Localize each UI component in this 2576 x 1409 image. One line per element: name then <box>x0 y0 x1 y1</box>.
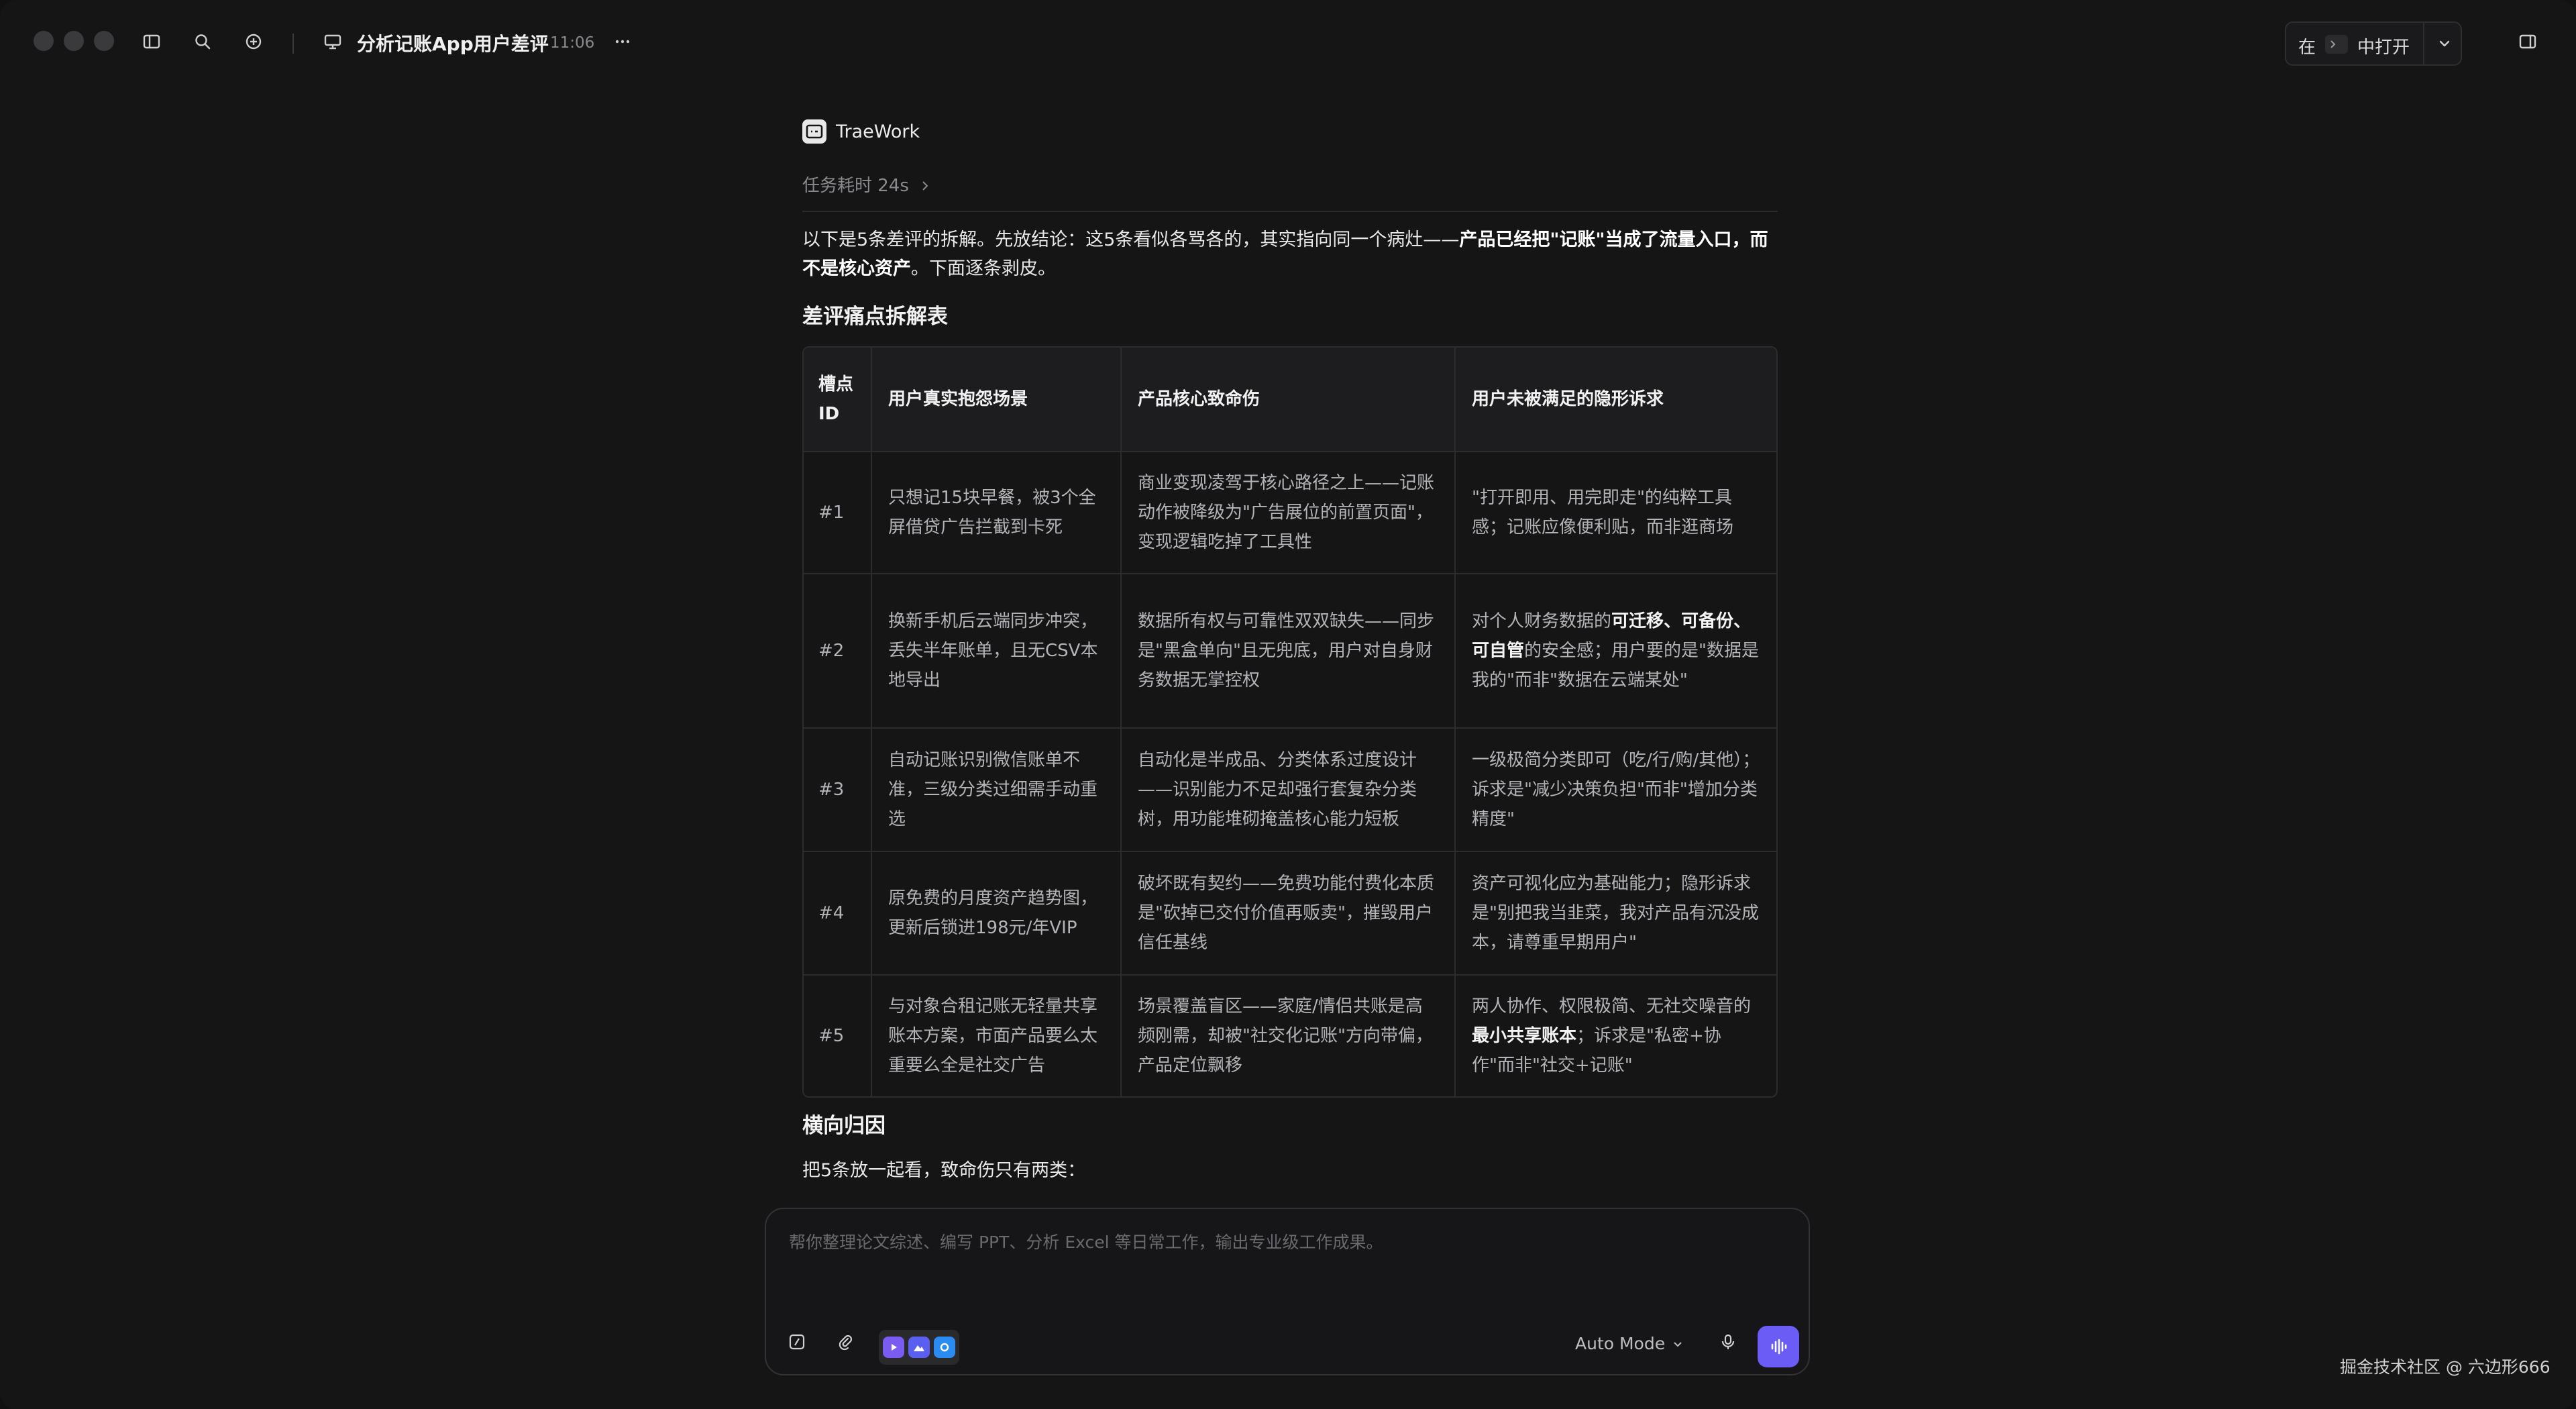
video-app-icon <box>883 1337 904 1358</box>
row-need: 资产可视化应为基础能力；隐形诉求是"别把我当韭菜，我对产品有沉没成本，请尊重早期… <box>1454 852 1776 974</box>
task-title: 分析记账App用户差评 <box>357 33 549 55</box>
row-id: #5 <box>818 1026 845 1046</box>
row-need: 对个人财务数据的可迁移、可备份、可自管的安全感；用户要的是"数据是我的"而非"数… <box>1454 574 1776 727</box>
row-id: #3 <box>818 780 845 800</box>
open-in-prefix: 在 <box>2298 38 2316 58</box>
section2-title: 横向归因 <box>802 1114 885 1138</box>
monitor-icon <box>321 30 345 54</box>
task-duration-label: 任务耗时 24s <box>802 176 909 196</box>
design-app-icon <box>934 1337 955 1358</box>
task-time: 11:06 <box>550 34 595 52</box>
open-in-divider <box>2423 23 2424 64</box>
window-zoom-button[interactable] <box>94 31 114 51</box>
open-in-app-button[interactable]: 在 中打开 <box>2285 21 2462 66</box>
voice-send-button[interactable] <box>1758 1326 1799 1367</box>
skills-selector[interactable] <box>879 1330 959 1365</box>
titlebar-divider <box>292 34 294 54</box>
waveform-icon <box>1771 1339 1787 1355</box>
row-wound: 自动化是半成品、分类体系过度设计——识别能力不足却强行套复杂分类树，用功能堆砌掩… <box>1120 729 1454 851</box>
column-header-wound: 产品核心致命伤 <box>1120 348 1454 451</box>
app-window: 分析记账App用户差评 11:06 在 中打开 TraeWork 任务耗时 24… <box>0 0 2576 1409</box>
table-row: #3 自动记账识别微信账单不准，三级分类过细需手动重选 自动化是半成品、分类体系… <box>804 727 1776 851</box>
need-emphasis: 最小共享账本 <box>1472 1026 1577 1046</box>
row-wound: 商业变现凌驾于核心路径之上——记账动作被降级为"广告展位的前置页面"，变现逻辑吃… <box>1120 452 1454 573</box>
task-duration-toggle[interactable]: 任务耗时 24s <box>802 172 932 197</box>
row-need: 一级极简分类即可（吃/行/购/其他）；诉求是"减少决策负担"而非"增加分类精度" <box>1454 729 1776 851</box>
mode-label: Auto Mode <box>1575 1334 1666 1353</box>
search-icon[interactable] <box>191 30 215 54</box>
row-wound: 破坏既有契约——免费功能付费化本质是"砍掉已交付价值再贩卖"，摧毁用户信任基线 <box>1120 852 1454 974</box>
terminal-app-icon <box>2325 35 2348 54</box>
row-scene: 自动记账识别微信账单不准，三级分类过细需手动重选 <box>871 729 1120 851</box>
image-app-icon <box>908 1337 930 1358</box>
open-in-suffix: 中打开 <box>2357 38 2410 58</box>
row-scene: 只想记15块早餐，被3个全屏借贷广告拦截到卡死 <box>871 452 1120 573</box>
agent-name: TraeWork <box>836 121 920 142</box>
message-input[interactable] <box>788 1232 1783 1253</box>
section2-text: 把5条放一起看，致命伤只有两类： <box>802 1160 1086 1181</box>
row-need: 两人协作、权限极简、无社交噪音的最小共享账本；诉求是"私密+协作"而非"社交+记… <box>1454 976 1776 1096</box>
need-text: 一级极简分类即可（吃/行/购/其他）；诉求是"减少决策负担"而非"增加分类精度" <box>1472 750 1760 829</box>
need-text: 两人协作、权限极简、无社交噪音的 <box>1472 996 1752 1016</box>
table-row: #5 与对象合租记账无轻量共享账本方案，市面产品要么太重要么全是社交广告 场景覆… <box>804 974 1776 1096</box>
intro-paragraph: 以下是5条差评的拆解。先放结论：这5条看似各骂各的，其实指向同一个病灶——产品已… <box>802 225 1778 283</box>
chevron-down-icon[interactable] <box>2435 34 2454 53</box>
watermark: 掘金技术社区 @ 六边形666 <box>2340 1357 2551 1377</box>
table-row: #2 换新手机后云端同步冲突，丢失半年账单，且无CSV本地导出 数据所有权与可靠… <box>804 573 1776 727</box>
row-scene: 换新手机后云端同步冲突，丢失半年账单，且无CSV本地导出 <box>871 574 1120 727</box>
need-text: 资产可视化应为基础能力；隐形诉求是"别把我当韭菜，我对产品有沉没成本，请尊重早期… <box>1472 874 1759 953</box>
row-scene: 与对象合租记账无轻量共享账本方案，市面产品要么太重要么全是社交广告 <box>871 976 1120 1096</box>
intro-tail: 。下面逐条剥皮。 <box>911 258 1056 279</box>
section-title: 差评痛点拆解表 <box>802 305 948 329</box>
row-need: "打开即用、用完即走"的纯粹工具感；记账应像便利贴，而非逛商场 <box>1454 452 1776 573</box>
pain-point-table: 槽点ID 用户真实抱怨场景 产品核心致命伤 用户未被满足的隐形诉求 #1 只想记… <box>802 346 1778 1098</box>
new-chat-icon[interactable] <box>241 30 266 54</box>
attach-icon[interactable] <box>832 1328 859 1355</box>
need-text: 对个人财务数据的 <box>1472 611 1612 631</box>
table-row: #4 原免费的月度资产趋势图，更新后锁进198元/年VIP 破坏既有契约——免费… <box>804 851 1776 974</box>
more-options-icon[interactable] <box>610 30 635 54</box>
title-bar: 分析记账App用户差评 11:06 在 中打开 <box>0 0 2576 87</box>
slash-command-icon[interactable] <box>784 1328 810 1355</box>
chevron-down-icon <box>1674 1341 1682 1347</box>
row-wound: 数据所有权与可靠性双双缺失——同步是"黑盒单向"且无兜底，用户对自身财务数据无掌… <box>1120 574 1454 727</box>
chevron-right-icon <box>922 181 928 191</box>
row-id: #2 <box>818 641 845 661</box>
right-panel-toggle-icon[interactable] <box>2516 30 2540 54</box>
intro-text: 以下是5条差评的拆解。先放结论：这5条看似各骂各的，其实指向同一个病灶—— <box>802 229 1460 250</box>
row-wound: 场景覆盖盲区——家庭/情侣共账是高频刚需，却被"社交化记账"方向带偏，产品定位飘… <box>1120 976 1454 1096</box>
table-row: #1 只想记15块早餐，被3个全屏借贷广告拦截到卡死 商业变现凌驾于核心路径之上… <box>804 451 1776 573</box>
table-header-row: 槽点ID 用户真实抱怨场景 产品核心致命伤 用户未被满足的隐形诉求 <box>804 348 1776 451</box>
row-id: #4 <box>818 903 845 923</box>
window-close-button[interactable] <box>34 31 54 51</box>
window-minimize-button[interactable] <box>64 31 84 51</box>
divider <box>802 211 1778 212</box>
column-header-need: 用户未被满足的隐形诉求 <box>1454 348 1776 451</box>
column-header-id: 槽点ID <box>818 374 854 424</box>
row-scene: 原免费的月度资产趋势图，更新后锁进198元/年VIP <box>871 852 1120 974</box>
mode-selector[interactable]: Auto Mode <box>1575 1334 1684 1353</box>
sidebar-toggle-icon[interactable] <box>140 30 164 54</box>
column-header-scene: 用户真实抱怨场景 <box>871 348 1120 451</box>
need-text: "打开即用、用完即走"的纯粹工具感；记账应像便利贴，而非逛商场 <box>1472 488 1734 537</box>
row-id: #1 <box>818 503 845 523</box>
agent-header: TraeWork <box>802 119 920 144</box>
microphone-icon[interactable] <box>1715 1328 1741 1355</box>
chat-composer: Auto Mode <box>765 1208 1810 1375</box>
traework-logo-icon <box>802 119 826 144</box>
